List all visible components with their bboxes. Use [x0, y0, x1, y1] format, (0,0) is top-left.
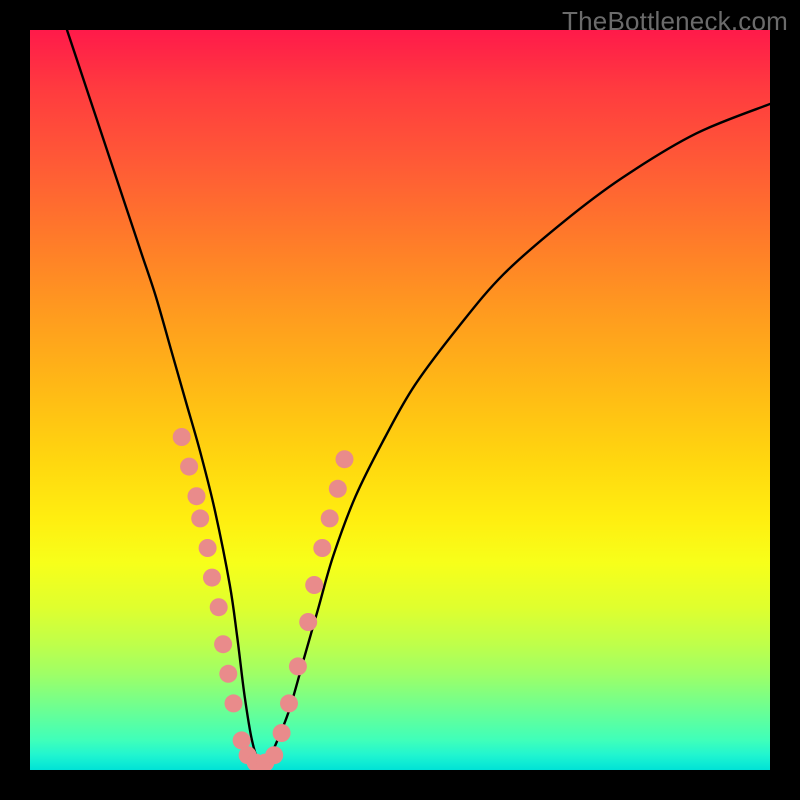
marker-dot	[199, 539, 217, 557]
marker-dot	[173, 428, 191, 446]
marker-group	[173, 428, 354, 770]
marker-dot	[280, 694, 298, 712]
marker-dot	[336, 450, 354, 468]
marker-dot	[289, 657, 307, 675]
marker-dot	[188, 487, 206, 505]
chart-frame: TheBottleneck.com	[0, 0, 800, 800]
marker-dot	[203, 569, 221, 587]
bottleneck-curve	[67, 30, 770, 765]
marker-dot	[225, 694, 243, 712]
chart-svg	[30, 30, 770, 770]
marker-dot	[313, 539, 331, 557]
plot-area	[30, 30, 770, 770]
marker-dot	[321, 509, 339, 527]
marker-dot	[305, 576, 323, 594]
marker-dot	[273, 724, 291, 742]
marker-dot	[329, 480, 347, 498]
marker-dot	[299, 613, 317, 631]
marker-dot	[214, 635, 232, 653]
marker-dot	[210, 598, 228, 616]
marker-dot	[180, 458, 198, 476]
marker-dot	[265, 746, 283, 764]
marker-dot	[191, 509, 209, 527]
marker-dot	[219, 665, 237, 683]
